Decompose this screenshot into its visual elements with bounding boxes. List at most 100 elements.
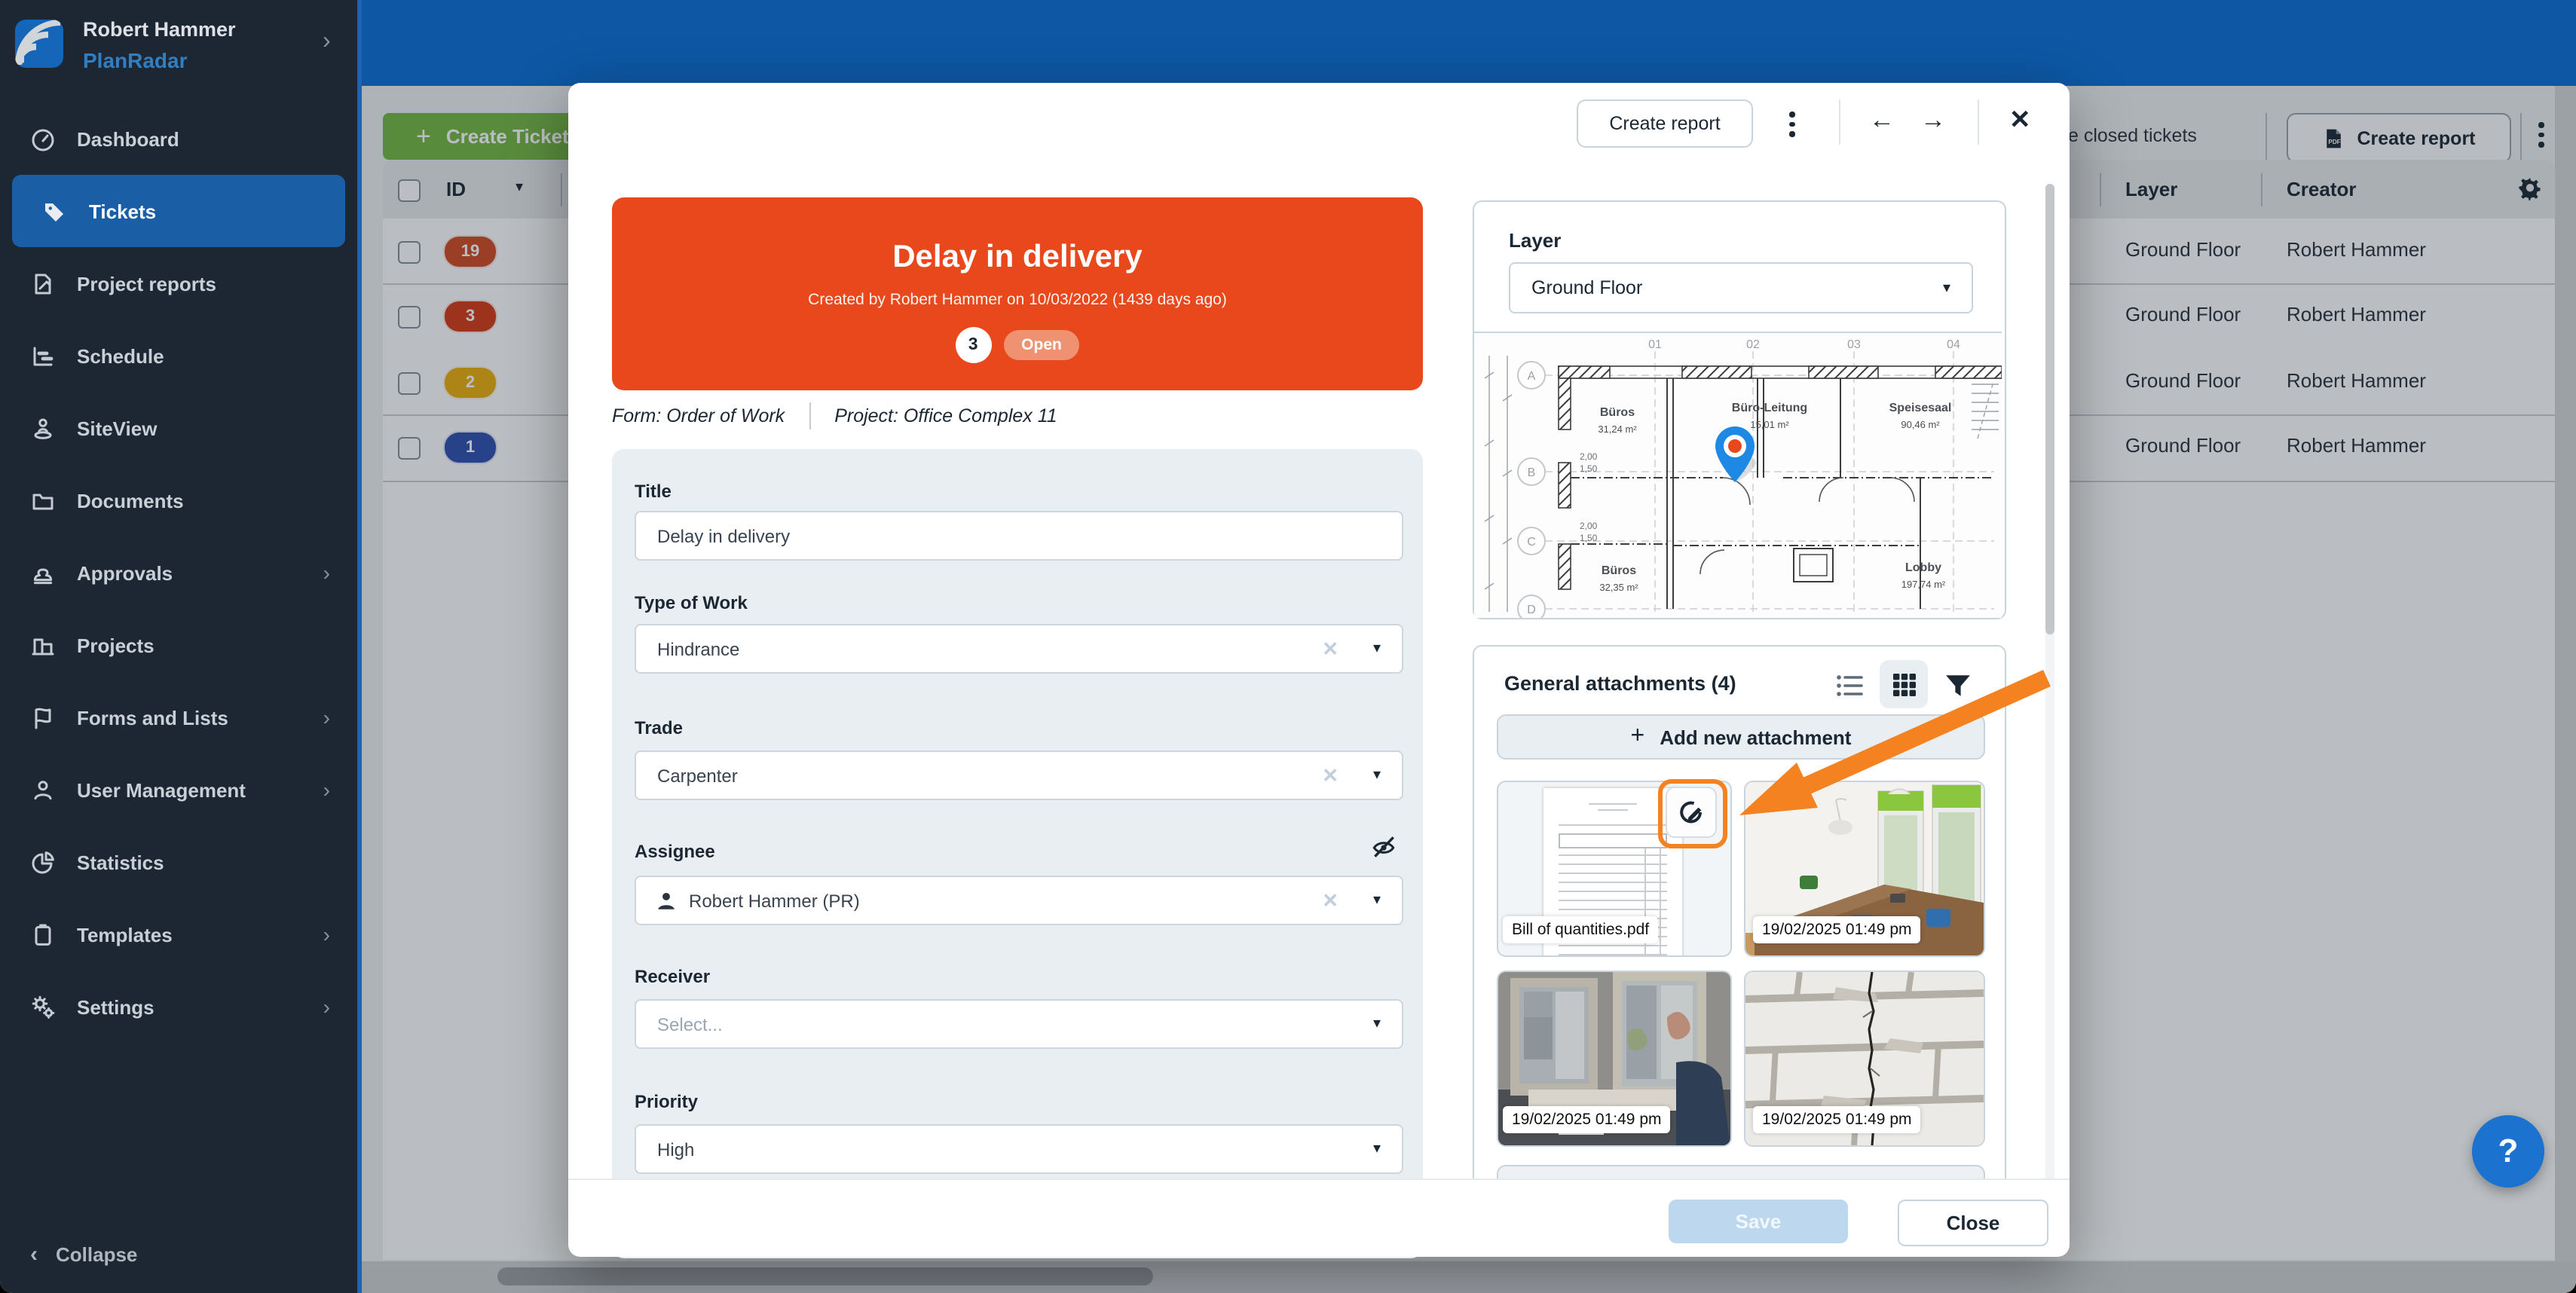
room-label: Büro-Leitung [1732, 402, 1807, 414]
room-area: 90,46 m² [1901, 419, 1940, 430]
modal-scrollbar-thumb[interactable] [2045, 184, 2054, 634]
sidebar-item-projects[interactable]: Projects [0, 609, 357, 681]
create-report-button[interactable]: Create report [1577, 99, 1753, 148]
sidebar-item-schedule[interactable]: Schedule [0, 319, 357, 392]
priority-label: Priority [635, 1091, 698, 1112]
caret-down-icon[interactable]: ▾ [1373, 767, 1381, 784]
sidebar: Robert Hammer PlanRadar › Dashboard Tick… [0, 0, 357, 1293]
ticket-created-info: Created by Robert Hammer on 10/03/2022 (… [612, 291, 1423, 309]
folder-icon [30, 488, 56, 513]
receiver-label: Receiver [635, 966, 710, 987]
divider [1839, 99, 1840, 145]
caret-down-icon[interactable]: ▾ [1373, 892, 1381, 909]
chevron-right-icon: › [323, 995, 330, 1019]
layer-select[interactable]: Ground Floor ▾ [1509, 262, 1973, 313]
sidebar-item-statistics[interactable]: Statistics [0, 826, 357, 898]
grid-view-icon[interactable] [1880, 660, 1928, 708]
trade-label: Trade [635, 717, 683, 738]
sidebar-item-templates[interactable]: Templates › [0, 898, 357, 971]
question-mark-icon: ? [2498, 1132, 2519, 1171]
title-input[interactable]: Delay in delivery [635, 511, 1403, 561]
person-icon [30, 777, 56, 802]
room-label: Speisesaal [1889, 402, 1952, 414]
help-button[interactable]: ? [2472, 1115, 2544, 1188]
svg-text:04: 04 [1947, 338, 1960, 351]
sidebar-item-forms-and-lists[interactable]: Forms and Lists › [0, 681, 357, 753]
next-ticket-arrow-icon[interactable]: → [1920, 105, 1946, 136]
chevron-right-icon[interactable]: › [323, 29, 331, 56]
clear-icon[interactable]: ✕ [1322, 763, 1338, 787]
save-button[interactable]: Save [1669, 1200, 1848, 1243]
room-area: 197,74 m² [1901, 579, 1946, 590]
attachment-name: 19/02/2025 01:49 pm [1753, 1106, 1921, 1133]
pie-chart-icon [30, 849, 56, 875]
clear-icon[interactable]: ✕ [1322, 637, 1338, 661]
clear-icon[interactable]: ✕ [1322, 888, 1338, 912]
sidebar-item-settings[interactable]: Settings › [0, 971, 357, 1043]
attachments-title: General attachments (4) [1504, 672, 1736, 695]
ticket-status-badge[interactable]: Open [1003, 330, 1080, 360]
trade-select[interactable]: Carpenter ✕ ▾ [635, 750, 1403, 800]
sidebar-item-project-reports[interactable]: Project reports [0, 247, 357, 319]
plus-icon: + [1631, 723, 1645, 750]
filter-icon[interactable] [1944, 674, 1972, 698]
attachment-name: Bill of quantities.pdf [1503, 916, 1658, 943]
sidebar-item-documents[interactable]: Documents [0, 464, 357, 536]
assignee-select[interactable]: Robert Hammer (PR) ✕ ▾ [635, 876, 1403, 925]
user-name[interactable]: Robert Hammer [83, 18, 236, 41]
annotation-highlight-ring [1658, 779, 1727, 848]
ticket-title: Delay in delivery [612, 240, 1423, 276]
ticket-detail-modal: Create report ← → ✕ Delay in delivery Cr… [568, 83, 2070, 1255]
ticket-count-badge: 3 [955, 327, 991, 363]
attachment-name: 19/02/2025 01:49 pm [1753, 916, 1921, 943]
attachment-photo-tile[interactable]: 19/02/2025 01:49 pm [1744, 971, 1985, 1147]
chevron-right-icon: › [323, 778, 330, 802]
caret-down-icon[interactable]: ▾ [1373, 1141, 1381, 1157]
gears-icon [30, 994, 56, 1019]
svg-text:D: D [1527, 604, 1536, 616]
attachments-panel: General attachments (4) + Add new a [1473, 645, 2006, 1180]
previous-ticket-arrow-icon[interactable]: ← [1869, 105, 1895, 136]
attachment-photo-tile[interactable]: 19/02/2025 01:49 pm [1497, 971, 1732, 1147]
sidebar-item-dashboard[interactable]: Dashboard [0, 102, 357, 175]
buildings-icon [30, 632, 56, 658]
floor-plan-image[interactable]: ABCD 01020304 [1474, 332, 2002, 618]
caret-down-icon[interactable]: ▾ [1373, 1016, 1381, 1032]
sidebar-item-user-management[interactable]: User Management › [0, 753, 357, 826]
svg-text:B: B [1528, 466, 1536, 479]
eye-off-icon[interactable] [1370, 833, 1397, 860]
account-brand[interactable]: PlanRadar [83, 48, 188, 72]
type-of-work-select[interactable]: Hindrance ✕ ▾ [635, 624, 1403, 674]
svg-text:A: A [1528, 370, 1536, 383]
svg-text:02: 02 [1746, 338, 1760, 351]
list-view-icon[interactable] [1836, 674, 1865, 698]
gantt-icon [30, 343, 56, 368]
close-button[interactable]: Close [1898, 1200, 2048, 1246]
stamp-icon [30, 560, 56, 585]
svg-text:C: C [1527, 536, 1536, 549]
divider [1978, 99, 1979, 145]
close-modal-icon[interactable]: ✕ [2009, 105, 2031, 136]
planradar-logo[interactable] [15, 20, 63, 68]
room-area: 15,01 m² [1750, 419, 1789, 430]
room-label: Lobby [1905, 561, 1941, 574]
svg-text:03: 03 [1847, 338, 1861, 351]
room-label: Büros [1600, 406, 1635, 419]
type-of-work-label: Type of Work [635, 592, 748, 613]
sidebar-item-approvals[interactable]: Approvals › [0, 536, 357, 609]
sidebar-item-tickets[interactable]: Tickets [12, 175, 345, 247]
collapse-sidebar-button[interactable]: ‹ Collapse [0, 1218, 357, 1290]
person-icon [656, 890, 677, 911]
add-attachment-button[interactable]: + Add new attachment [1497, 714, 1985, 760]
dashboard-icon [30, 126, 56, 151]
divider [809, 402, 810, 429]
modal-more-options-icon[interactable] [1789, 112, 1794, 136]
attachment-photo-tile[interactable]: 19/02/2025 01:49 pm [1744, 781, 1985, 957]
modal-footer: Save Close [568, 1178, 2070, 1257]
sidebar-item-siteview[interactable]: SiteView [0, 392, 357, 464]
caret-down-icon[interactable]: ▾ [1373, 640, 1381, 657]
ticket-tag-icon [42, 198, 68, 224]
clipboard-icon [30, 922, 56, 947]
priority-select[interactable]: High ▾ [635, 1124, 1403, 1174]
receiver-select[interactable]: Select... ▾ [635, 999, 1403, 1049]
